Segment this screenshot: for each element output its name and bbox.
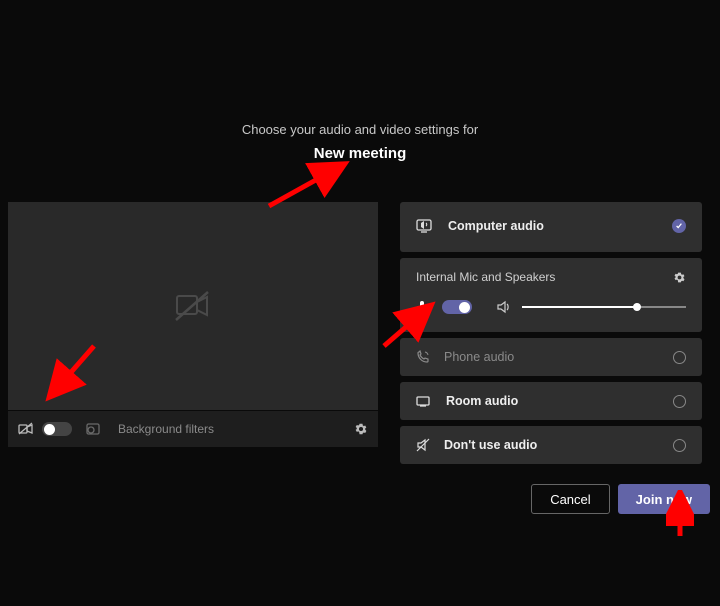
meeting-title: New meeting	[0, 145, 720, 162]
volume-thumb[interactable]	[633, 303, 641, 311]
audio-device-label: Internal Mic and Speakers	[416, 270, 555, 284]
background-filters-button[interactable]: Background filters	[118, 422, 214, 436]
microphone-icon	[416, 300, 428, 314]
speaker-icon	[496, 300, 512, 314]
volume-slider[interactable]	[522, 306, 686, 308]
join-now-button[interactable]: Join now	[618, 484, 710, 514]
microphone-toggle[interactable]	[442, 300, 472, 314]
no-audio-icon	[416, 438, 430, 452]
room-audio-label: Room audio	[446, 394, 518, 408]
computer-audio-option[interactable]: Computer audio	[400, 202, 702, 252]
room-icon	[416, 395, 432, 407]
video-settings-gear-icon[interactable]	[354, 422, 368, 436]
phone-audio-radio[interactable]	[673, 351, 686, 364]
settings-subtitle: Choose your audio and video settings for	[0, 122, 720, 137]
volume-fill	[522, 306, 637, 308]
no-audio-label: Don't use audio	[444, 438, 537, 452]
bg-filters-icon	[86, 423, 100, 435]
video-preview	[8, 202, 378, 410]
cancel-button[interactable]: Cancel	[531, 484, 609, 514]
phone-icon	[416, 350, 430, 364]
audio-device-panel: Internal Mic and Speakers	[400, 258, 702, 332]
selected-check-icon	[672, 219, 686, 233]
no-audio-option[interactable]: Don't use audio	[400, 426, 702, 464]
camera-off-small-icon	[18, 422, 34, 436]
phone-audio-label: Phone audio	[444, 350, 514, 364]
no-audio-radio[interactable]	[673, 439, 686, 452]
audio-settings-gear-icon[interactable]	[673, 271, 686, 284]
camera-toggle[interactable]	[42, 422, 72, 436]
camera-off-icon	[174, 290, 212, 322]
phone-audio-option[interactable]: Phone audio	[400, 338, 702, 376]
room-audio-radio[interactable]	[673, 395, 686, 408]
computer-audio-icon	[416, 218, 434, 234]
room-audio-option[interactable]: Room audio	[400, 382, 702, 420]
computer-audio-label: Computer audio	[448, 219, 544, 233]
